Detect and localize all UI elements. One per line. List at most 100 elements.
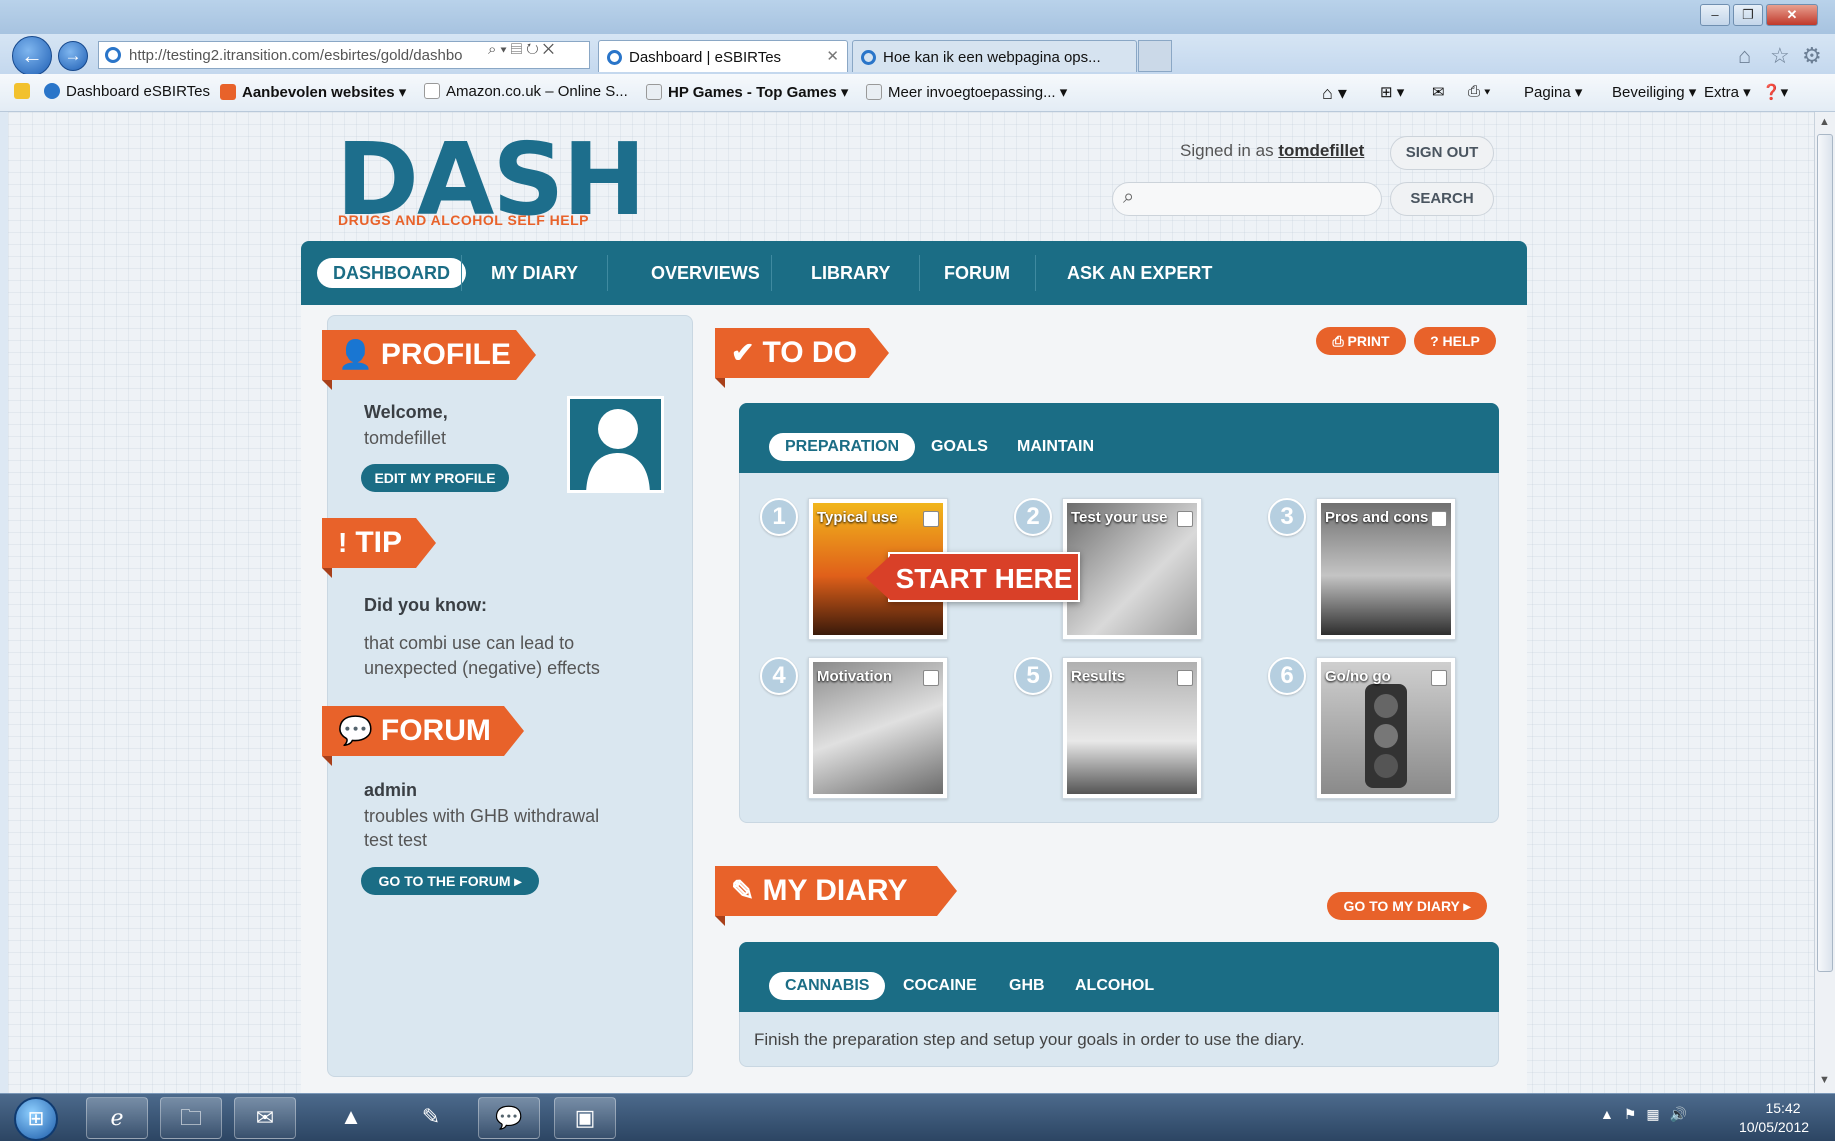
command-label: Beveiliging <box>1612 84 1685 101</box>
command-label: Pagina <box>1524 84 1571 101</box>
forum-post-topic[interactable]: troubles with GHB withdrawal <box>364 806 599 827</box>
nav-divider <box>607 255 608 291</box>
favorite-hp-games[interactable]: HP Games - Top Games ▾ <box>646 83 848 101</box>
address-tools-icon[interactable]: ⌕▾▤↻✕ <box>488 41 558 58</box>
nav-overviews[interactable]: OVERVIEWS <box>651 241 760 305</box>
step-checkbox[interactable] <box>923 670 939 686</box>
scrollbar-thumb[interactable] <box>1817 134 1833 972</box>
favorite-amazon[interactable]: Amazon.co.uk – Online S... <box>424 83 628 100</box>
tab-maintain[interactable]: MAINTAIN <box>1017 433 1094 461</box>
forward-button[interactable]: → <box>58 41 88 71</box>
step-go-no-go[interactable]: Go/no go <box>1316 657 1456 799</box>
avatar-silhouette-icon <box>586 409 650 490</box>
print-icon[interactable]: ⎙ ▾ <box>1468 83 1490 100</box>
help-icon[interactable]: ❓▾ <box>1762 83 1788 101</box>
search-input[interactable] <box>1112 182 1382 216</box>
tab-close-icon[interactable]: ✕ <box>826 47 839 65</box>
user-icon: 👤 <box>338 339 373 370</box>
step-pros-and-cons[interactable]: Pros and cons <box>1316 498 1456 640</box>
print-label: PRINT <box>1347 333 1390 349</box>
new-tab-button[interactable] <box>1138 40 1172 72</box>
go-to-my-diary-button[interactable]: GO TO MY DIARY ▸ <box>1327 892 1487 920</box>
go-to-forum-label: GO TO THE FORUM <box>378 873 511 889</box>
search-icon: ⌕ <box>1123 186 1135 208</box>
start-here-badge[interactable]: START HERE <box>866 552 1080 602</box>
step-number: 6 <box>1268 657 1306 695</box>
nav-divider <box>461 255 462 291</box>
feeds-icon[interactable]: ⊞ ▾ <box>1380 83 1404 101</box>
step-checkbox[interactable] <box>923 511 939 527</box>
search-button[interactable]: SEARCH <box>1390 182 1494 216</box>
nav-my-diary[interactable]: MY DIARY <box>491 241 578 305</box>
mail-icon[interactable]: ✉ <box>1432 83 1445 101</box>
start-button[interactable]: ⊞ <box>14 1097 58 1141</box>
presentation-app-taskbar-icon[interactable]: ▣ <box>554 1097 616 1139</box>
welcome-name: tomdefillet <box>364 428 447 448</box>
vertical-scrollbar[interactable]: ▲ ▼ <box>1814 112 1835 1093</box>
signed-in-label: Signed in as <box>1180 141 1274 160</box>
favorite-dashboard[interactable]: Dashboard eSBIRTes <box>44 83 210 100</box>
step-test-your-use[interactable]: Test your use <box>1062 498 1202 640</box>
mail-client-taskbar-icon[interactable]: ✉ <box>234 1097 296 1139</box>
printer-icon: ⎙ <box>1332 333 1344 349</box>
file-explorer-taskbar-icon[interactable]: 🗀 <box>160 1097 222 1139</box>
minimize-button[interactable]: – <box>1700 4 1730 26</box>
windows-taskbar: ⊞ ℯ 🗀 ✉ ▲ ✎ 💬 ▣ ▲⚑▦🔊 15:42 10/05/2012 <box>0 1093 1835 1141</box>
step-results[interactable]: Results <box>1062 657 1202 799</box>
ie-tab-icon <box>607 50 622 65</box>
forum-ribbon: 💬 FORUM <box>322 706 524 766</box>
tab-alcohol[interactable]: ALCOHOL <box>1075 972 1154 1000</box>
home-icon[interactable]: ⌂ ▾ <box>1322 83 1347 104</box>
browser-tab-dashboard[interactable]: Dashboard | eSBIRTes ✕ <box>598 40 848 72</box>
nav-dashboard[interactable]: DASHBOARD <box>317 258 466 288</box>
go-to-forum-button[interactable]: GO TO THE FORUM ▸ <box>361 867 539 895</box>
step-number: 2 <box>1014 498 1052 536</box>
browser-window: – ❐ ✕ ← → http://testing2.itransition.co… <box>0 0 1835 1093</box>
checkmark-icon: ✔ <box>731 337 755 368</box>
maximize-button[interactable]: ❐ <box>1733 4 1763 26</box>
tip-title: TIP <box>355 526 402 559</box>
home-icon[interactable]: ⌂ <box>1738 43 1751 69</box>
edit-profile-button[interactable]: EDIT MY PROFILE <box>361 464 509 492</box>
scroll-down-icon[interactable]: ▼ <box>1819 1074 1830 1086</box>
shapes-app-taskbar-icon[interactable]: ▲ <box>320 1097 382 1139</box>
browser-tab-hoe-kan[interactable]: Hoe kan ik een webpagina ops... <box>852 40 1137 72</box>
clock-date[interactable]: 10/05/2012 <box>1724 1119 1824 1135</box>
step-checkbox[interactable] <box>1177 670 1193 686</box>
step-motivation[interactable]: Motivation <box>808 657 948 799</box>
scroll-up-icon[interactable]: ▲ <box>1819 116 1830 128</box>
avatar[interactable] <box>567 396 664 493</box>
command-beveiliging[interactable]: Beveiliging ▾ <box>1612 83 1696 101</box>
talk-app-taskbar-icon[interactable]: 💬 <box>478 1097 540 1139</box>
tab-goals[interactable]: GOALS <box>931 433 988 461</box>
tab-preparation[interactable]: PREPARATION <box>769 433 916 461</box>
internet-explorer-taskbar-icon[interactable]: ℯ <box>86 1097 148 1139</box>
nav-ask-an-expert[interactable]: ASK AN EXPERT <box>1067 241 1212 305</box>
step-checkbox[interactable] <box>1431 511 1447 527</box>
nav-forum[interactable]: FORUM <box>944 241 1010 305</box>
tab-ghb[interactable]: GHB <box>1009 972 1045 1000</box>
print-button[interactable]: ⎙ PRINT <box>1316 327 1406 355</box>
tab-cannabis[interactable]: CANNABIS <box>769 972 886 1000</box>
favorites-star-icon[interactable] <box>14 83 36 100</box>
ie-page-icon <box>105 47 121 63</box>
command-pagina[interactable]: Pagina ▾ <box>1524 83 1582 101</box>
nav-library[interactable]: LIBRARY <box>811 241 890 305</box>
help-button[interactable]: ? HELP <box>1414 327 1496 355</box>
step-checkbox[interactable] <box>1177 511 1193 527</box>
username-link[interactable]: tomdefillet <box>1278 141 1364 160</box>
my-diary-ribbon: ✎ MY DIARY <box>715 866 957 926</box>
command-extra[interactable]: Extra ▾ <box>1704 83 1751 101</box>
step-checkbox[interactable] <box>1431 670 1447 686</box>
back-button[interactable]: ← <box>12 36 52 76</box>
clock-time[interactable]: 15:42 <box>1748 1100 1818 1116</box>
system-tray-icons[interactable]: ▲⚑▦🔊 <box>1600 1106 1697 1123</box>
close-window-button[interactable]: ✕ <box>1766 4 1818 26</box>
gear-icon[interactable]: ⚙ <box>1802 43 1822 69</box>
favorite-aanbevolen[interactable]: Aanbevolen websites ▾ <box>220 83 406 101</box>
favorite-meer[interactable]: Meer invoegtoepassing... ▾ <box>866 83 1067 101</box>
paint-app-taskbar-icon[interactable]: ✎ <box>400 1097 462 1139</box>
sign-out-button[interactable]: SIGN OUT <box>1390 136 1494 170</box>
favorites-star-icon[interactable]: ☆ <box>1770 43 1790 69</box>
tab-cocaine[interactable]: COCAINE <box>903 972 977 1000</box>
